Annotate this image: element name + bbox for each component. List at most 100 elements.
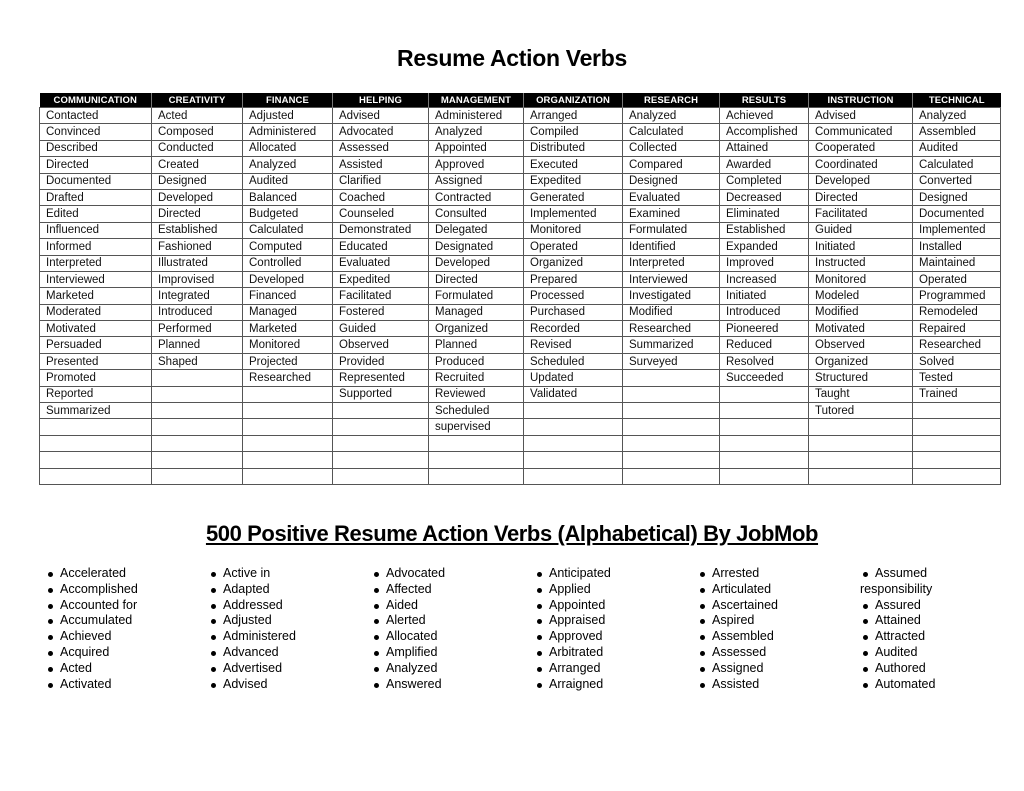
table-cell: Fostered bbox=[332, 303, 429, 322]
table-cell: Interpreted bbox=[39, 254, 152, 272]
table-cell: Implemented bbox=[912, 221, 1001, 240]
table-cell: Organized bbox=[808, 352, 913, 371]
table-cell: Decreased bbox=[719, 188, 809, 207]
table-cell: Investigated bbox=[622, 287, 720, 305]
table-cell: Programmed bbox=[912, 287, 1001, 305]
list-item: Anticipated bbox=[534, 566, 611, 582]
table-row bbox=[39, 451, 1001, 469]
table-cell bbox=[39, 467, 152, 485]
list-item: Assured bbox=[860, 598, 955, 614]
list-item: Accumulated bbox=[45, 613, 138, 629]
table-cell: Completed bbox=[719, 172, 809, 190]
table-cell bbox=[719, 402, 809, 420]
table-row: Reported Supported Reviewed Validated Taught… bbox=[39, 385, 1001, 404]
table-cell bbox=[622, 385, 720, 404]
table-cell bbox=[523, 434, 623, 453]
table-cell bbox=[428, 451, 524, 469]
table-cell bbox=[912, 418, 1001, 436]
table-cell bbox=[719, 467, 809, 485]
table-cell: Documented bbox=[912, 205, 1001, 223]
table-cell: supervised bbox=[428, 418, 524, 436]
list-item: Approved bbox=[534, 629, 611, 645]
table-cell: Accomplished bbox=[719, 123, 809, 141]
table-cell bbox=[912, 402, 1001, 420]
table-cell: Formulated bbox=[428, 287, 524, 305]
table-row: Directed Created Analyzed Assisted Approved E… bbox=[39, 156, 1001, 174]
list-item: Attracted bbox=[860, 629, 955, 645]
table-cell bbox=[332, 418, 429, 436]
list-item: Analyzed bbox=[371, 661, 445, 677]
table-cell bbox=[242, 451, 333, 469]
list-item: Acted bbox=[45, 661, 138, 677]
table-cell: Developed bbox=[242, 270, 333, 289]
list-item: Advised bbox=[208, 677, 296, 693]
table-cell bbox=[808, 418, 913, 436]
table-cell: Edited bbox=[39, 205, 152, 223]
table-cell: Interviewed bbox=[39, 270, 152, 289]
table-cell bbox=[622, 434, 720, 453]
list-item: Audited bbox=[860, 645, 955, 661]
table-row: Presented Shaped Projected Provided Produced… bbox=[39, 352, 1001, 371]
table-cell: Generated bbox=[523, 188, 623, 207]
list-item: Arranged bbox=[534, 661, 611, 677]
list-item: Arraigned bbox=[534, 677, 611, 693]
table-cell: Summarized bbox=[622, 336, 720, 354]
list-item: Appraised bbox=[534, 613, 611, 629]
table-cell: Advised bbox=[332, 106, 429, 125]
table-cell bbox=[912, 467, 1001, 485]
verb-list-column: Accelerated Accomplished Accounted for Accu… bbox=[45, 566, 138, 692]
table-cell: Processed bbox=[523, 287, 623, 305]
table-cell: Monitored bbox=[808, 270, 913, 289]
table-cell: Motivated bbox=[808, 320, 913, 338]
table-cell: Acted bbox=[151, 106, 243, 125]
table-cell: Instructed bbox=[808, 254, 913, 272]
table-row: Drafted Developed Balanced Coached Contracte… bbox=[39, 188, 1001, 207]
list-item: Ascertained bbox=[697, 598, 778, 614]
table-row: Motivated Performed Marketed Guided Organize… bbox=[39, 320, 1001, 338]
table-cell: Converted bbox=[912, 172, 1001, 190]
table-cell bbox=[332, 434, 429, 453]
verb-list-column: Arrested Articulated Ascertained Aspired Ass… bbox=[697, 566, 778, 692]
table-cell: Collected bbox=[622, 139, 720, 158]
list-item: Answered bbox=[371, 677, 445, 693]
table-cell bbox=[808, 467, 913, 485]
table-cell: Taught bbox=[808, 385, 913, 404]
table-cell bbox=[242, 418, 333, 436]
table-cell: Observed bbox=[808, 336, 913, 354]
table-cell: Maintained bbox=[912, 254, 1001, 272]
table-cell: Planned bbox=[151, 336, 243, 354]
table-cell: Fashioned bbox=[151, 238, 243, 256]
list-item: Adjusted bbox=[208, 613, 296, 629]
table-cell: Reported bbox=[39, 385, 152, 404]
table-cell: Purchased bbox=[523, 303, 623, 322]
column-header-instruction: INSTRUCTION bbox=[808, 93, 913, 108]
table-cell: Formulated bbox=[622, 221, 720, 240]
list-item: Assisted bbox=[697, 677, 778, 693]
table-cell: Established bbox=[719, 221, 809, 240]
list-item: Acquired bbox=[45, 645, 138, 661]
table-cell: Adjusted bbox=[242, 106, 333, 125]
table-row: Documented Designed Audited Clarified Assign… bbox=[39, 172, 1001, 190]
table-cell bbox=[523, 467, 623, 485]
table-cell bbox=[622, 402, 720, 420]
table-cell: Developed bbox=[428, 254, 524, 272]
table-cell: Counseled bbox=[332, 205, 429, 223]
alphabetical-verb-lists: Accelerated Accomplished Accounted for Accu… bbox=[0, 566, 1024, 706]
list-item: Arrested bbox=[697, 566, 778, 582]
column-header-organization: ORGANIZATION bbox=[523, 93, 623, 108]
table-cell: Budgeted bbox=[242, 205, 333, 223]
table-row: Influenced Established Calculated Demonstra… bbox=[39, 221, 1001, 240]
table-cell: Consulted bbox=[428, 205, 524, 223]
table-cell: Administered bbox=[428, 106, 524, 125]
list-item: Arbitrated bbox=[534, 645, 611, 661]
table-cell: Analyzed bbox=[242, 156, 333, 174]
list-item: Alerted bbox=[371, 613, 445, 629]
table-cell: Advocated bbox=[332, 123, 429, 141]
table-cell: Moderated bbox=[39, 303, 152, 322]
list-item: Aided bbox=[371, 598, 445, 614]
table-cell bbox=[242, 385, 333, 404]
table-cell: Influenced bbox=[39, 221, 152, 240]
table-cell: Succeeded bbox=[719, 369, 809, 387]
table-cell: Interpreted bbox=[622, 254, 720, 272]
column-header-technical: TECHNICAL bbox=[912, 93, 1001, 108]
